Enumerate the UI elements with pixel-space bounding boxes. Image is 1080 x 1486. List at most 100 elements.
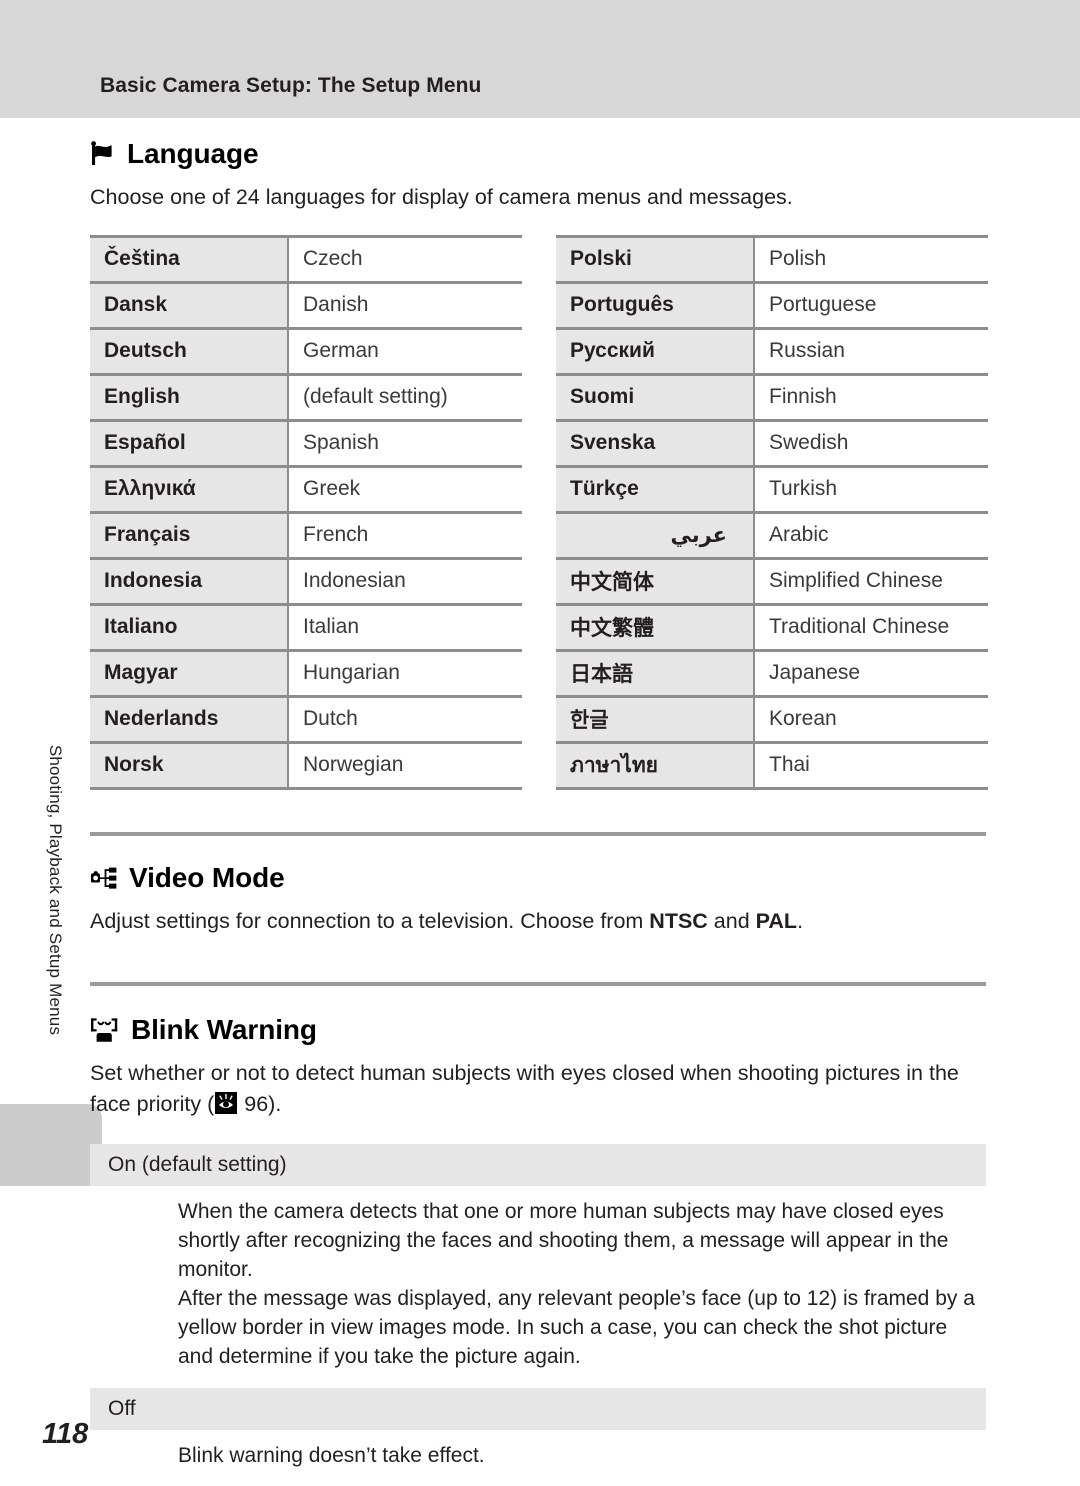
language-native-name: Čeština (90, 234, 289, 283)
language-english-name: German (288, 326, 522, 375)
section-heading-video-mode: Video Mode (90, 861, 990, 893)
language-native-name: Indonesia (90, 556, 289, 605)
table-row: Suomi Finnish (556, 372, 988, 421)
language-english-name: Portuguese (754, 280, 988, 329)
language-english-name: (default setting) (288, 372, 522, 421)
video-mode-text-part1: Adjust settings for connection to a tele… (90, 908, 650, 933)
language-english-name: Turkish (754, 464, 988, 513)
language-native-name: Svenska (556, 418, 755, 467)
table-row: Nederlands Dutch (90, 694, 522, 743)
language-native-name: Русский (556, 326, 755, 375)
language-english-name: Polish (754, 234, 988, 283)
language-native-name: عربي (556, 510, 755, 559)
chapter-side-tab: Shooting, Playback and Setup Menus (0, 700, 102, 1186)
page-content: Language Choose one of 24 languages for … (90, 118, 990, 1471)
page-number: 118 (42, 1418, 89, 1450)
language-native-name: 한글 (556, 694, 755, 743)
blink-warning-reference-page: 96 (244, 1091, 269, 1116)
blink-warning-body-text: Set whether or not to detect human subje… (90, 1058, 970, 1122)
language-native-name: Español (90, 418, 289, 467)
language-english-name: French (288, 510, 522, 559)
video-mode-body-text: Adjust settings for connection to a tele… (90, 906, 990, 937)
language-native-name: Magyar (90, 648, 289, 697)
language-english-name: Norwegian (288, 740, 522, 790)
setting-option-description: Blink warning doesn’t take effect. (178, 1442, 986, 1471)
table-row: Deutsch German (90, 326, 522, 375)
language-native-name: Français (90, 510, 289, 559)
table-row: Italiano Italian (90, 602, 522, 651)
table-row: 中文简体 Simplified Chinese (556, 556, 988, 605)
language-native-name: ภาษาไทย (556, 740, 755, 790)
language-native-name: Dansk (90, 280, 289, 329)
video-mode-pal-label: PAL (755, 908, 798, 933)
video-mode-text-part2: and (707, 908, 756, 933)
language-native-name: Suomi (556, 372, 755, 421)
language-english-name: Thai (754, 740, 988, 790)
language-english-name: Simplified Chinese (754, 556, 988, 605)
language-native-name: Deutsch (90, 326, 289, 375)
table-row: 日本語 Japanese (556, 648, 988, 697)
table-row: ภาษาไทย Thai (556, 740, 988, 790)
table-row: عربي Arabic (556, 510, 988, 559)
table-row: Dansk Danish (90, 280, 522, 329)
language-english-name: Indonesian (288, 556, 522, 605)
language-intro-text: Choose one of 24 languages for display o… (90, 185, 793, 209)
language-english-name: Hungarian (288, 648, 522, 697)
page-header-band: Basic Camera Setup: The Setup Menu (0, 0, 1080, 118)
language-english-name: Swedish (754, 418, 988, 467)
table-row: Türkçe Turkish (556, 464, 988, 513)
video-out-icon (90, 865, 118, 891)
language-english-name: Dutch (288, 694, 522, 743)
table-row: Čeština Czech (90, 234, 522, 283)
language-native-name: Italiano (90, 602, 289, 651)
language-english-name: Czech (288, 234, 522, 283)
language-native-name: Nederlands (90, 694, 289, 743)
language-english-name: Italian (288, 602, 522, 651)
table-row: Indonesia Indonesian (90, 556, 522, 605)
setting-option-label: On (default setting) (90, 1144, 986, 1187)
setting-option-paragraph: After the message was displayed, any rel… (178, 1286, 975, 1368)
flag-icon (90, 141, 116, 167)
table-row: Português Portuguese (556, 280, 988, 329)
setting-option-paragraph: Blink warning doesn’t take effect. (178, 1443, 485, 1467)
language-english-name: Japanese (754, 648, 988, 697)
table-row: Ελληνικά Greek (90, 464, 522, 513)
table-row: Polski Polish (556, 234, 988, 283)
table-row: 中文繁體 Traditional Chinese (556, 602, 988, 651)
language-english-name: Greek (288, 464, 522, 513)
language-english-name: Korean (754, 694, 988, 743)
table-row: English (default setting) (90, 372, 522, 421)
video-mode-ntsc-label: NTSC (649, 908, 708, 933)
table-row: Русский Russian (556, 326, 988, 375)
video-mode-text-part3: . (797, 908, 804, 933)
table-row: Français French (90, 510, 522, 559)
blink-warning-text-part2: ). (268, 1091, 282, 1116)
section-divider-2 (90, 982, 986, 987)
page-header-title: Basic Camera Setup: The Setup Menu (100, 74, 482, 97)
face-priority-eye-icon (215, 1091, 238, 1123)
table-row: Magyar Hungarian (90, 648, 522, 697)
language-native-name: 日本語 (556, 648, 755, 697)
section-title-video-mode: Video Mode (129, 861, 285, 893)
setting-option-paragraph: When the camera detects that one or more… (178, 1200, 949, 1281)
language-english-name: Traditional Chinese (754, 602, 988, 651)
language-native-name: 中文简体 (556, 556, 755, 605)
language-english-name: Spanish (288, 418, 522, 467)
setting-option-description: When the camera detects that one or more… (178, 1198, 986, 1372)
language-tables-container: Čeština Czech Dansk Danish Deutsch German Engl… (90, 234, 990, 790)
language-native-name: Português (556, 280, 755, 329)
language-native-name: Ελληνικά (90, 464, 289, 513)
setting-option-label: Off (90, 1387, 986, 1430)
language-english-name: Russian (754, 326, 988, 375)
chapter-side-tab-label: Shooting, Playback and Setup Menus (46, 744, 65, 1036)
language-native-name: Polski (556, 234, 755, 283)
language-table-left: Čeština Czech Dansk Danish Deutsch German Engl… (90, 234, 522, 790)
language-native-name: Norsk (90, 740, 289, 790)
table-row: 한글 Korean (556, 694, 988, 743)
table-row: Norsk Norwegian (90, 740, 522, 790)
table-row: Español Spanish (90, 418, 522, 467)
section-heading-blink-warning: Blink Warning (90, 1016, 990, 1044)
blink-warning-options: On (default setting) When the camera dete… (90, 1144, 990, 1471)
table-row: Svenska Swedish (556, 418, 988, 467)
blink-face-icon (90, 1016, 120, 1044)
